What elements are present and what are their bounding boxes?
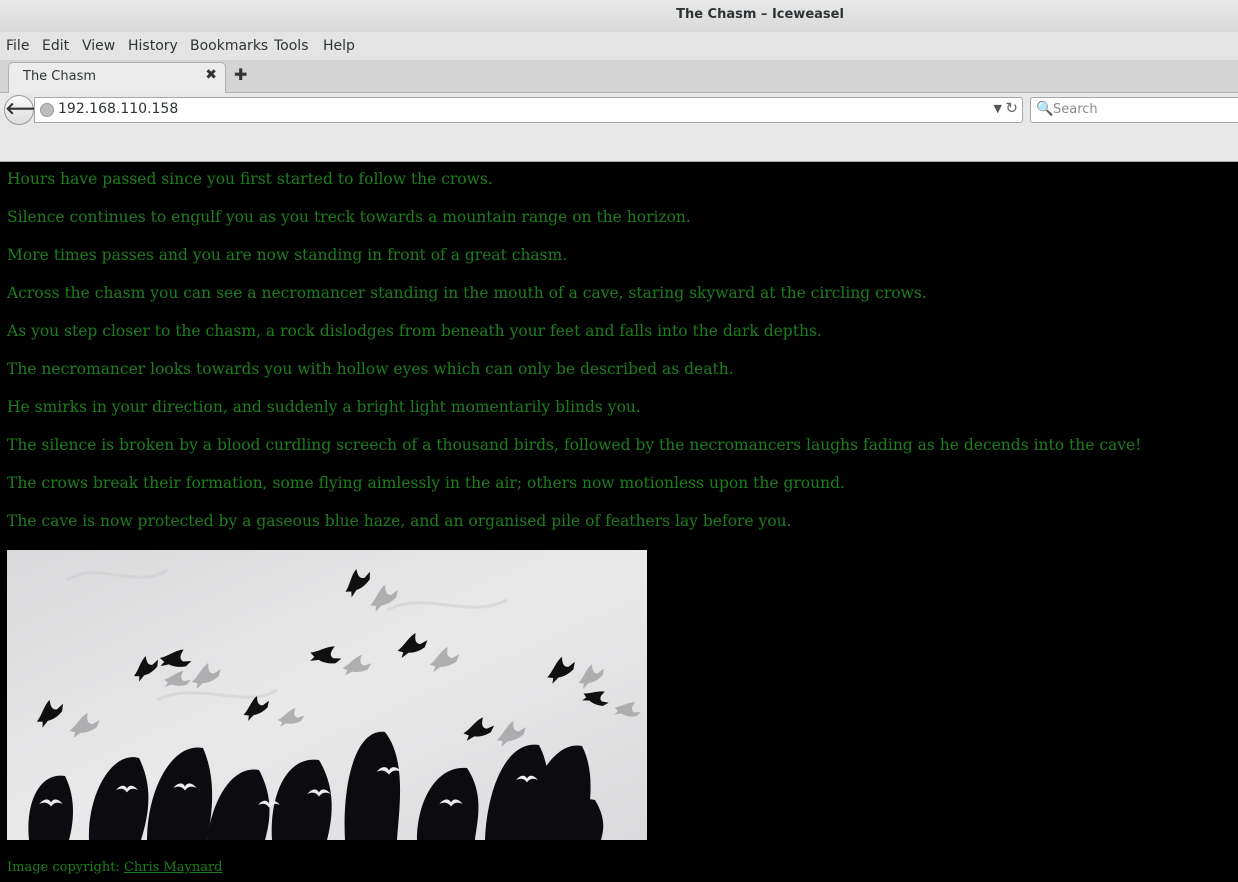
window-titlebar: The Chasm – Iceweasel bbox=[0, 0, 1238, 32]
menu-history[interactable]: History bbox=[128, 38, 178, 54]
close-icon[interactable]: ✖ bbox=[205, 67, 217, 83]
menu-edit[interactable]: Edit bbox=[42, 38, 69, 54]
search-input[interactable] bbox=[1053, 100, 1233, 118]
story-paragraph: Hours have passed since you first starte… bbox=[7, 170, 493, 188]
plus-icon[interactable]: ✚ bbox=[234, 65, 247, 84]
reload-icon[interactable]: ↻ bbox=[1005, 99, 1018, 117]
menu-bookmarks[interactable]: Bookmarks bbox=[190, 38, 268, 54]
crows-feathers-image bbox=[7, 550, 647, 840]
story-paragraph: The necromancer looks towards you with h… bbox=[7, 360, 734, 378]
menu-view[interactable]: View bbox=[82, 38, 115, 54]
story-paragraph: The cave is now protected by a gaseous b… bbox=[7, 512, 792, 530]
story-paragraph: Silence continues to engulf you as you t… bbox=[7, 208, 691, 226]
story-paragraph: Across the chasm you can see a necromanc… bbox=[7, 284, 927, 302]
search-icon: 🔍 bbox=[1036, 101, 1054, 117]
image-credit: Image copyright: Chris Maynard bbox=[7, 860, 223, 875]
story-paragraph: The silence is broken by a blood curdlin… bbox=[7, 436, 1142, 454]
tab-label: The Chasm bbox=[23, 69, 97, 84]
story-paragraph: He smirks in your direction, and suddenl… bbox=[7, 398, 641, 416]
back-button[interactable]: 🡐 bbox=[4, 95, 51, 125]
dropdown-arrow-icon[interactable]: ▼ bbox=[994, 102, 1002, 115]
menu-help[interactable]: Help bbox=[323, 38, 355, 54]
menu-tools[interactable]: Tools bbox=[274, 38, 309, 54]
story-paragraph: As you step closer to the chasm, a rock … bbox=[7, 322, 822, 340]
url-text[interactable]: 192.168.110.158 bbox=[58, 101, 178, 117]
tab-strip: The Chasm ✖ ✚ bbox=[0, 60, 1238, 93]
story-paragraph: The crows break their formation, some fl… bbox=[7, 474, 845, 492]
navigation-toolbar: 🡐 192.168.110.158 ▼ ↻ 🔍 bbox=[0, 93, 1238, 162]
credit-prefix: Image copyright: bbox=[7, 860, 124, 875]
window-title: The Chasm – Iceweasel bbox=[676, 7, 844, 22]
menu-file[interactable]: File bbox=[6, 38, 29, 54]
page-content: Hours have passed since you first starte… bbox=[0, 162, 1238, 882]
story-paragraph: More times passes and you are now standi… bbox=[7, 246, 568, 264]
credit-link[interactable]: Chris Maynard bbox=[124, 860, 223, 875]
search-bar[interactable]: 🔍 bbox=[1030, 97, 1238, 123]
tab-the-chasm[interactable]: The Chasm ✖ bbox=[8, 62, 226, 93]
globe-icon bbox=[40, 103, 54, 117]
url-bar[interactable]: 192.168.110.158 ▼ ↻ bbox=[34, 97, 1023, 123]
menu-bar: File Edit View History Bookmarks Tools H… bbox=[0, 32, 1238, 60]
